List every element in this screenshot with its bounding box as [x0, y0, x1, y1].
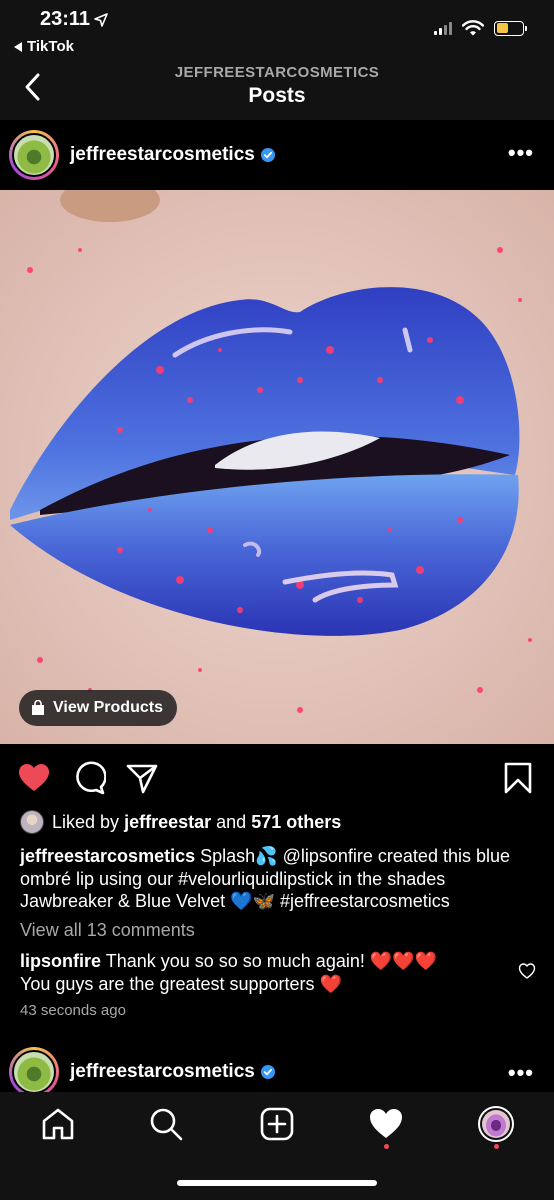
avatar[interactable]	[9, 1047, 59, 1097]
comment-username[interactable]: lipsonfire	[20, 951, 101, 971]
avatar[interactable]	[9, 130, 59, 180]
share-icon[interactable]	[124, 760, 160, 796]
wifi-icon	[462, 20, 484, 36]
bookmark-icon[interactable]	[500, 760, 536, 796]
activity-icon[interactable]	[368, 1106, 404, 1142]
signal-icon	[434, 21, 452, 35]
comment-icon[interactable]	[70, 760, 106, 796]
action-row	[0, 744, 554, 808]
post-username[interactable]: jeffreestarcosmetics	[70, 144, 275, 166]
caption: jeffreestarcosmetics Splash💦 @lipsonfire…	[20, 846, 510, 912]
post-username[interactable]: jeffreestarcosmetics	[70, 1061, 275, 1083]
home-indicator[interactable]	[177, 1180, 377, 1186]
nav-title: Posts	[248, 84, 306, 107]
search-icon[interactable]	[148, 1106, 184, 1142]
liked-by-avatar	[20, 810, 44, 834]
back-triangle-icon	[14, 41, 22, 52]
post-header: jeffreestarcosmetics •••	[0, 120, 554, 190]
timestamp: 43 seconds ago	[20, 1002, 126, 1019]
add-icon[interactable]	[259, 1106, 295, 1142]
verified-icon	[260, 147, 275, 162]
verified-icon	[260, 1064, 275, 1079]
liked-by[interactable]: Liked by jeffreestar and 571 others	[20, 810, 341, 834]
comment: lipsonfire Thank you so so so much again…	[20, 951, 438, 995]
home-icon[interactable]	[40, 1106, 76, 1142]
battery-icon	[494, 20, 527, 36]
bag-icon	[32, 700, 44, 715]
profile-dot	[494, 1144, 499, 1149]
activity-dot	[384, 1144, 389, 1149]
heart-icon[interactable]	[16, 760, 52, 796]
nav-subtitle: JEFFREESTARCOSMETICS	[174, 64, 380, 81]
post-image[interactable]	[0, 190, 554, 744]
view-all-comments-link[interactable]: View all 13 comments	[20, 920, 195, 941]
profile-icon[interactable]	[478, 1106, 514, 1142]
comment-like-icon[interactable]	[518, 962, 536, 980]
back-to-app[interactable]: TikTok	[14, 38, 74, 55]
caption-username[interactable]: jeffreestarcosmetics	[20, 846, 195, 866]
status-time: 23:11	[40, 8, 108, 31]
status-indicators	[434, 20, 527, 36]
view-products-button[interactable]: View Products	[19, 690, 177, 726]
more-icon[interactable]: •••	[508, 1060, 534, 1086]
location-arrow-icon	[94, 12, 108, 27]
more-icon[interactable]: •••	[508, 140, 534, 166]
